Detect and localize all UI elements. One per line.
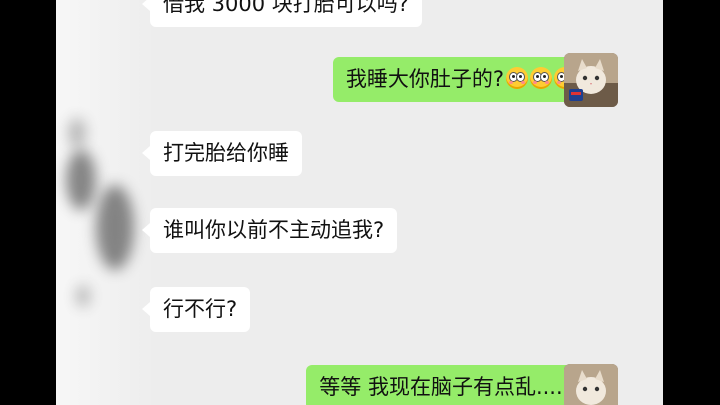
background-smudge — [66, 150, 96, 210]
background-smudge — [76, 285, 90, 307]
message-bubble-incoming[interactable]: 借我 3000 块打胎可以吗? — [142, 0, 422, 27]
chat-screen: 借我 3000 块打胎可以吗? 我睡大你肚子的? 打完胎给你睡 谁叫你以前不主动… — [56, 0, 663, 405]
user-avatar[interactable] — [564, 53, 618, 107]
message-bubble-incoming[interactable]: 行不行? — [141, 287, 251, 332]
cat-avatar-icon — [564, 53, 618, 107]
message-text: 借我 3000 块打胎可以吗? — [163, 0, 409, 16]
message-text: 等等 我现在脑子有点乱...... — [319, 375, 576, 399]
background-smudge — [96, 185, 134, 270]
message-text: 打完胎给你睡 — [163, 141, 289, 165]
flushed-face-emoji-icon — [530, 67, 552, 89]
message-bubble-outgoing[interactable]: 我睡大你肚子的? — [332, 57, 598, 102]
message-bubble-outgoing[interactable]: 等等 我现在脑子有点乱...... — [306, 365, 597, 405]
message-bubble-incoming[interactable]: 谁叫你以前不主动追我? — [141, 208, 398, 253]
message-text: 谁叫你以前不主动追我? — [163, 218, 385, 242]
cat-avatar-icon — [564, 364, 618, 405]
background-smudge — [68, 118, 86, 148]
flushed-face-emoji-icon — [506, 67, 528, 89]
message-text: 行不行? — [163, 297, 238, 321]
message-text: 我睡大你肚子的? — [345, 67, 504, 91]
user-avatar[interactable] — [564, 364, 618, 405]
message-bubble-incoming[interactable]: 打完胎给你睡 — [142, 131, 302, 176]
